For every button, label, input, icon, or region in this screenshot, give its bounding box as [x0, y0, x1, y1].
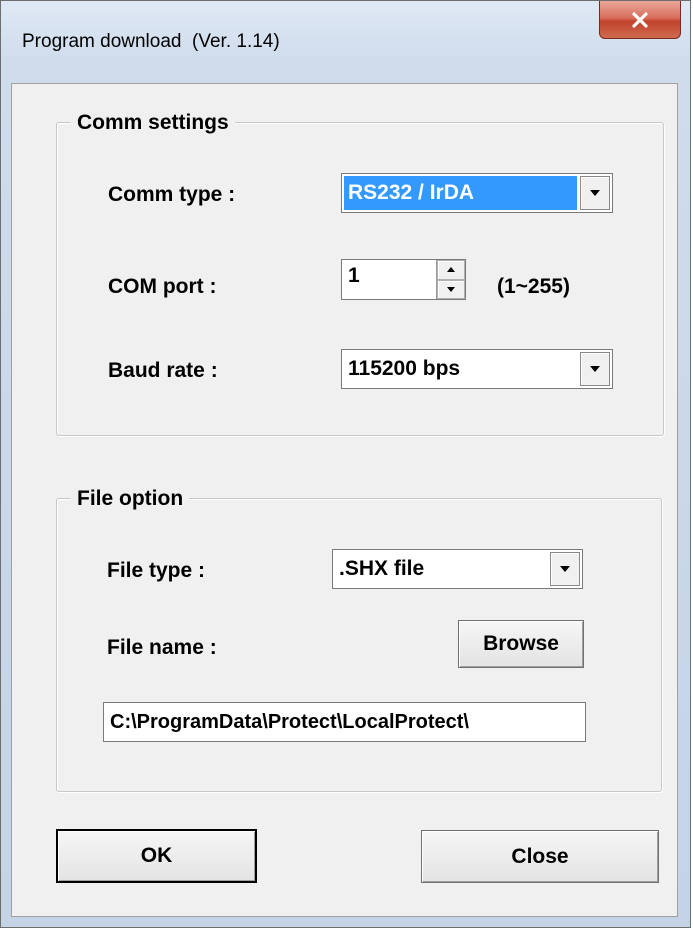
file-option-group: File option File type : .SHX file File n…	[56, 485, 662, 792]
comm-settings-group: Comm settings Comm type : RS232 / IrDA C…	[56, 109, 664, 436]
file-type-select[interactable]: .SHX file	[332, 549, 583, 589]
file-type-dropdown-button[interactable]	[550, 552, 580, 586]
window-title: Program download (Ver. 1.14)	[22, 31, 280, 52]
dialog-client-area: Comm settings Comm type : RS232 / IrDA C…	[11, 83, 678, 917]
com-port-range-label: (1~255)	[497, 275, 570, 298]
comm-type-dropdown-button[interactable]	[580, 176, 610, 210]
comm-settings-legend: Comm settings	[71, 109, 235, 137]
com-port-label: COM port :	[108, 275, 217, 298]
baud-rate-select[interactable]: 115200 bps	[341, 349, 613, 389]
close-button[interactable]: Close	[421, 830, 659, 883]
spin-down-icon	[447, 286, 455, 292]
file-option-legend: File option	[71, 485, 190, 513]
baud-rate-label: Baud rate :	[108, 359, 218, 382]
com-port-decrement-button[interactable]	[437, 279, 465, 299]
chevron-down-icon	[560, 566, 570, 572]
file-path-field[interactable]	[103, 702, 586, 742]
file-name-label: File name :	[107, 636, 217, 659]
file-type-value: .SHX file	[339, 557, 425, 580]
browse-button[interactable]: Browse	[458, 620, 584, 668]
ok-button[interactable]: OK	[56, 829, 257, 883]
com-port-increment-button[interactable]	[437, 260, 465, 280]
program-download-dialog: Program download (Ver. 1.14) Comm settin…	[0, 0, 691, 928]
chevron-down-icon	[590, 366, 600, 372]
baud-rate-dropdown-button[interactable]	[580, 352, 610, 386]
comm-type-value: RS232 / IrDA	[344, 176, 577, 210]
window-close-button[interactable]	[599, 1, 681, 39]
chevron-down-icon	[590, 190, 600, 196]
comm-type-label: Comm type :	[108, 183, 236, 206]
com-port-spin-buttons	[436, 260, 465, 299]
comm-type-select[interactable]: RS232 / IrDA	[341, 173, 613, 213]
com-port-stepper[interactable]: 1	[341, 259, 466, 300]
baud-rate-value: 115200 bps	[348, 357, 461, 380]
file-type-label: File type :	[107, 559, 206, 582]
close-icon	[631, 11, 649, 28]
com-port-value[interactable]: 1	[342, 260, 436, 299]
title-bar[interactable]: Program download (Ver. 1.14)	[1, 1, 690, 83]
spin-up-icon	[447, 267, 455, 273]
